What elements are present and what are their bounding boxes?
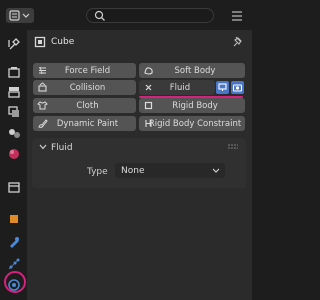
rigid-body-button[interactable]: Rigid Body	[139, 98, 245, 113]
close-icon[interactable]	[143, 82, 154, 93]
fluid-viewport-toggle[interactable]	[216, 81, 229, 94]
type-label: Type	[87, 167, 108, 177]
editor-type-button[interactable]	[6, 8, 34, 23]
properties-editor-icon	[9, 10, 30, 21]
properties-tab-bar	[0, 30, 27, 300]
collision-label: Collision	[69, 82, 106, 93]
chevron-down-icon	[39, 144, 47, 150]
search-input[interactable]	[86, 8, 214, 23]
modifier-icon	[10, 237, 19, 248]
tab-render[interactable]	[5, 63, 23, 81]
collision-button[interactable]: Collision	[33, 80, 136, 95]
tab-object[interactable]	[5, 210, 23, 228]
scene-icon	[9, 129, 20, 138]
tab-output[interactable]	[5, 83, 23, 101]
fluid-subpanel: Fluid Type None	[32, 138, 246, 188]
rigid-body-label: Rigid Body	[172, 100, 218, 111]
camera-icon	[232, 84, 243, 92]
world-icon	[9, 149, 19, 159]
filter-button[interactable]	[229, 8, 245, 23]
search-icon	[94, 10, 105, 21]
collection-icon	[8, 182, 20, 193]
chevron-down-icon	[212, 168, 220, 173]
dynamic-paint-button[interactable]: Dynamic Paint	[33, 116, 136, 131]
object-name: Cube	[51, 37, 75, 47]
force-field-label: Force Field	[64, 65, 111, 76]
fluid-subpanel-header[interactable]: Fluid	[32, 138, 246, 156]
rigid-body-constraint-label: Rigid Body Constraint	[148, 118, 242, 129]
cloth-label: Cloth	[76, 100, 99, 111]
fluid-button[interactable]: Fluid	[139, 80, 215, 95]
cloth-icon	[37, 101, 48, 110]
soft-body-label: Soft Body	[174, 65, 216, 76]
rigid-body-icon	[144, 101, 153, 110]
dynamic-paint-label: Dynamic Paint	[56, 118, 119, 129]
monitor-icon	[218, 83, 227, 91]
properties-panel: Cube Force Field Soft Body Collision Flu…	[27, 30, 252, 300]
object-header: Cube	[27, 30, 252, 52]
tab-view-layer[interactable]	[5, 103, 23, 121]
object-icon	[10, 215, 18, 223]
fluid-type-select[interactable]: None	[115, 163, 225, 178]
tool-icon	[8, 38, 20, 50]
force-field-button[interactable]: Force Field	[33, 63, 136, 78]
rigid-body-constraint-icon	[145, 120, 152, 127]
fluid-type-value: None	[121, 166, 145, 176]
tab-tool[interactable]	[5, 35, 23, 53]
cube-icon	[34, 36, 46, 48]
output-icon	[8, 87, 20, 98]
rigid-body-constraint-button[interactable]: Rigid Body Constraint	[139, 116, 245, 131]
physics-tab-highlight	[4, 271, 26, 293]
tab-world[interactable]	[5, 145, 23, 163]
cloth-button[interactable]: Cloth	[33, 98, 136, 113]
filter-icon	[232, 11, 242, 21]
header-bar	[0, 0, 252, 30]
dynamic-paint-icon	[38, 119, 48, 128]
tab-modifier[interactable]	[5, 233, 23, 251]
view-layer-icon	[8, 106, 19, 117]
collision-icon	[38, 82, 47, 92]
render-icon	[8, 67, 20, 78]
pin-icon[interactable]	[232, 35, 244, 47]
tab-scene[interactable]	[5, 124, 23, 142]
soft-body-icon	[144, 67, 153, 75]
fluid-subpanel-title: Fluid	[51, 143, 73, 153]
tab-collection[interactable]	[5, 178, 23, 196]
soft-body-button[interactable]: Soft Body	[139, 63, 245, 78]
fluid-render-toggle[interactable]	[231, 81, 244, 94]
force-field-icon	[39, 66, 46, 75]
particles-icon	[8, 258, 20, 270]
drag-handle-icon[interactable]	[228, 144, 238, 150]
